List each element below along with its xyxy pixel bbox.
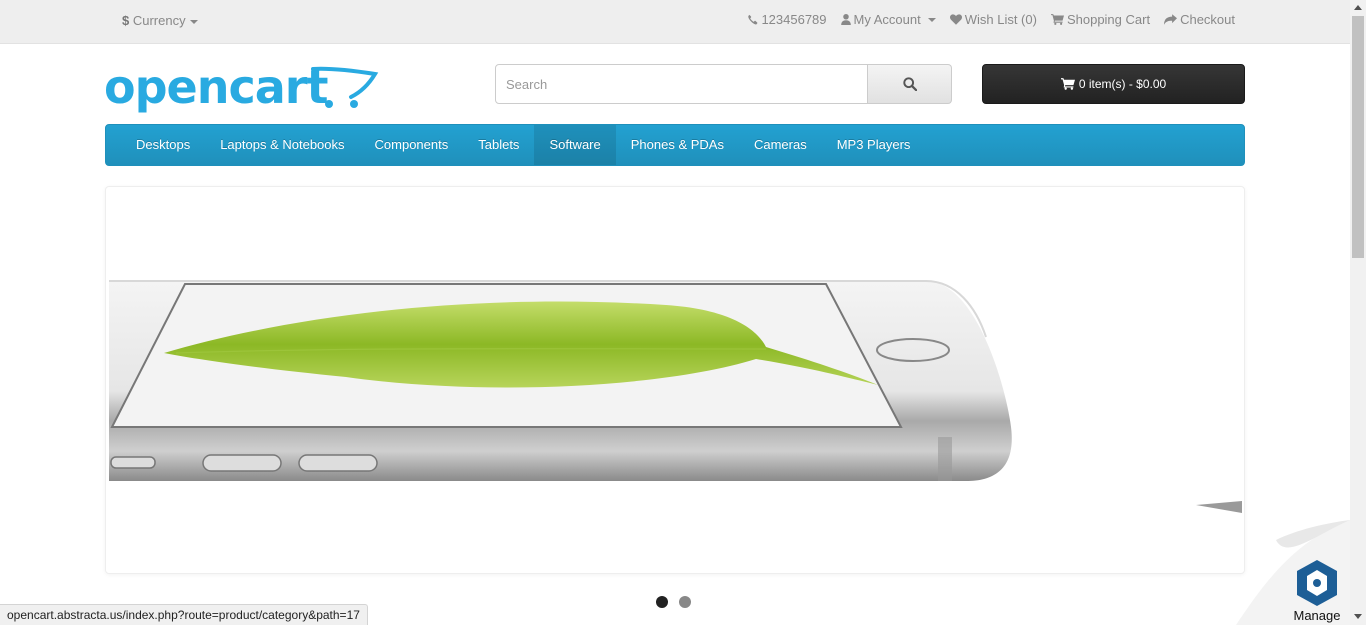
currency-dropdown[interactable]: $ Currency: [122, 13, 198, 28]
scrollbar-thumb[interactable]: [1352, 16, 1364, 258]
wish-list-link[interactable]: Wish List (0): [949, 12, 1037, 27]
share-icon: [1164, 14, 1178, 25]
shopping-cart-label: Shopping Cart: [1066, 12, 1151, 27]
menu-item-cameras[interactable]: Cameras: [739, 125, 822, 165]
shopping-cart-icon: [1060, 78, 1075, 90]
search-button[interactable]: [868, 64, 952, 104]
user-icon: [840, 14, 851, 25]
scroll-down-arrow-icon[interactable]: [1354, 614, 1362, 619]
menu-item-mp3-players[interactable]: MP3 Players: [822, 125, 926, 165]
top-bar: $ Currency 123456789 My Account Wish Lis…: [0, 0, 1350, 44]
menu-item-software[interactable]: Software: [534, 125, 616, 165]
shopping-cart-icon: [1050, 14, 1064, 25]
manage-label: Manage: [1293, 608, 1341, 623]
currency-symbol: $: [122, 13, 130, 28]
scroll-up-arrow-icon[interactable]: [1354, 5, 1362, 10]
manage-hexagon-icon: [1297, 560, 1337, 606]
search-bar: [495, 64, 952, 104]
cart-total: 0 item(s) - $0.00: [1078, 77, 1167, 91]
checkout-link[interactable]: Checkout: [1164, 12, 1235, 27]
menu-item-phones-pdas[interactable]: Phones & PDAs: [616, 125, 739, 165]
search-input[interactable]: [495, 64, 868, 104]
currency-label: Currency: [132, 13, 186, 28]
slideshow-dot[interactable]: [656, 596, 668, 608]
category-menu: Desktops Laptops & Notebooks Components Tab…: [105, 124, 1245, 166]
my-account-dropdown[interactable]: My Account: [840, 12, 936, 27]
phone-number: 123456789: [761, 12, 827, 27]
logo-text: opencart: [104, 60, 328, 114]
slideshow[interactable]: [105, 186, 1245, 574]
slideshow-dot[interactable]: [679, 596, 691, 608]
shopping-cart-link[interactable]: Shopping Cart: [1050, 12, 1151, 27]
phone-icon: [748, 14, 758, 25]
scrollbar[interactable]: [1350, 0, 1366, 625]
menu-item-laptops-notebooks[interactable]: Laptops & Notebooks: [205, 125, 359, 165]
phone-product-image: [109, 280, 1242, 513]
chevron-down-icon: [189, 19, 198, 24]
heart-icon: [949, 14, 962, 25]
phone-link[interactable]: 123456789: [747, 12, 827, 27]
browser-status-bar: opencart.abstracta.us/index.php?route=pr…: [0, 604, 368, 625]
store-logo[interactable]: opencart: [104, 60, 379, 114]
menu-item-desktops[interactable]: Desktops: [121, 125, 205, 165]
manage-widget[interactable]: Manage: [1288, 558, 1346, 625]
top-links: 123456789 My Account Wish List (0) Shopp…: [747, 12, 1235, 27]
wish-list-label: Wish List (0): [964, 12, 1037, 27]
search-icon: [902, 77, 917, 91]
my-account-label: My Account: [853, 12, 921, 27]
menu-item-components[interactable]: Components: [360, 125, 464, 165]
checkout-label: Checkout: [1180, 12, 1235, 27]
logo-cart-icon: [311, 66, 379, 108]
menu-item-tablets[interactable]: Tablets: [463, 125, 534, 165]
slideshow-pagination: [656, 596, 691, 608]
cart-button[interactable]: 0 item(s) - $0.00: [982, 64, 1245, 104]
chevron-down-icon: [927, 17, 936, 22]
